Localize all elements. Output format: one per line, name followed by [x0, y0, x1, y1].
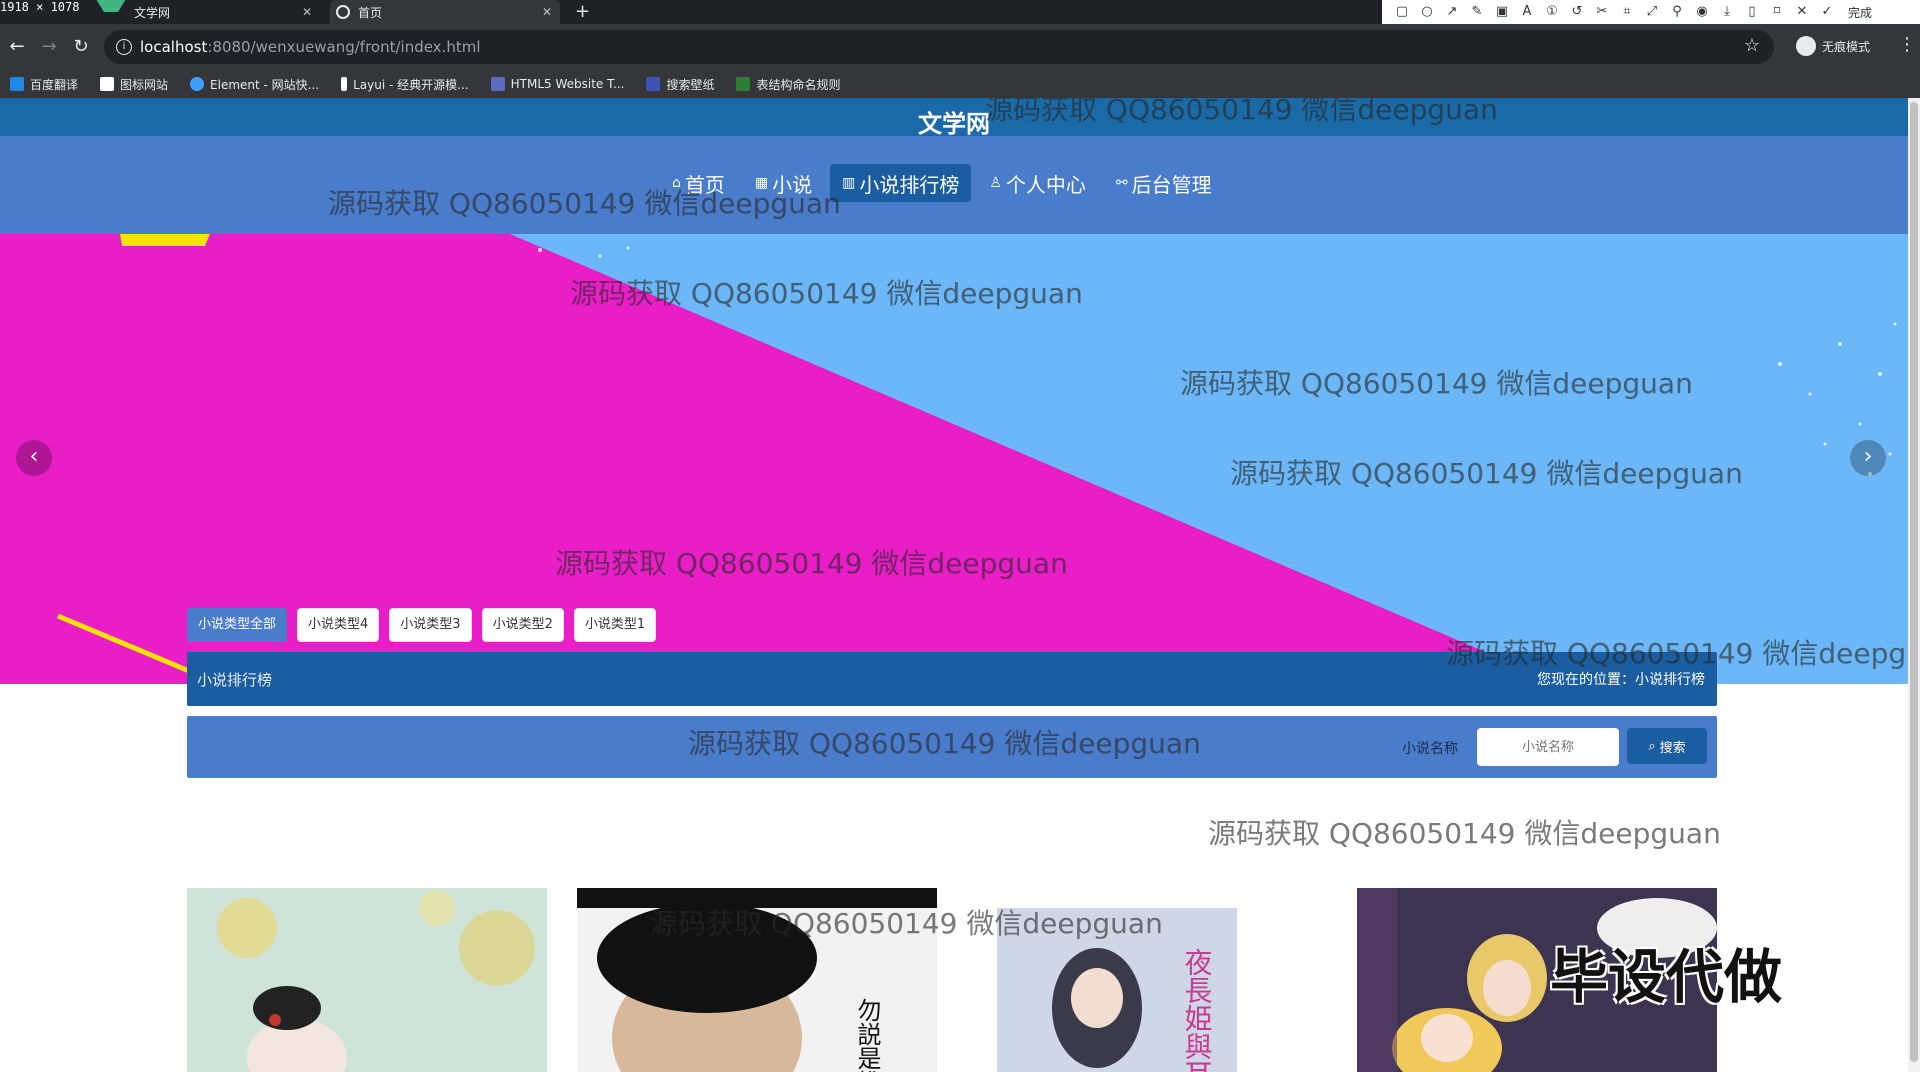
incognito-indicator[interactable]: 无痕模式	[1796, 36, 1870, 56]
close-icon[interactable]: ✕	[1794, 4, 1810, 20]
rectangle-tool-icon[interactable]: ▢	[1394, 4, 1410, 20]
bookmark-item[interactable]: Layui - 经典开源模...	[341, 76, 469, 93]
type-tab-1[interactable]: 小说类型1	[573, 608, 657, 642]
svg-text:勿説是推理: 勿説是推理	[853, 998, 881, 1072]
novel-grid: 勿説是推理 夜長姫與耳男	[187, 888, 1717, 1072]
bookmark-item[interactable]: 百度翻译	[10, 76, 78, 93]
site-info-icon[interactable]: i	[116, 39, 132, 55]
tab-close-icon[interactable]: ✕	[302, 5, 312, 19]
tab-close-icon[interactable]: ✕	[542, 5, 552, 19]
type-tab-4[interactable]: 小说类型4	[297, 608, 380, 642]
web-page: 文学网 ⌂首页 ▦小说 ▥小说排行榜 ♙个人中心 ⚯后台管理 ‹ ›	[0, 98, 1908, 1072]
search-button[interactable]: ⌕ 搜索	[1627, 728, 1707, 764]
element-logo-icon	[190, 77, 205, 91]
flag-icon	[100, 77, 115, 91]
bookmark-item[interactable]: 图标网站	[100, 76, 168, 93]
tab-title: 文学网	[134, 5, 171, 20]
layui-logo-icon	[341, 77, 348, 91]
reload-icon[interactable]: ↻	[70, 36, 92, 57]
search-label: 小说名称	[1402, 741, 1458, 757]
ellipse-tool-icon[interactable]: ○	[1419, 4, 1435, 20]
annotation-toolbar: ▢ ○ ↗ ✎ ▣ A ① ↺ ✂ ⌗ ⤢ ⚲ ◉ ⤓ ▯ ⌑ ✕ ✓ 完成	[1382, 0, 1920, 24]
novel-cover-image	[187, 888, 547, 1072]
scrollbar-thumb[interactable]	[1910, 102, 1918, 1062]
carousel-prev-button[interactable]: ‹	[16, 440, 52, 476]
search-panel: 小说名称 ⌕ 搜索	[187, 716, 1717, 778]
type-tab-2[interactable]: 小说类型2	[481, 608, 564, 642]
nav-item-home[interactable]: ⌂ 首页	[660, 164, 737, 202]
html5-logo-icon	[490, 77, 505, 91]
incognito-avatar-icon	[1796, 36, 1816, 56]
incognito-label: 无痕模式	[1822, 39, 1871, 54]
pen-tool-icon[interactable]: ✎	[1469, 4, 1485, 20]
arrow-tool-icon[interactable]: ↗	[1444, 4, 1460, 20]
novel-name-input[interactable]	[1477, 728, 1619, 766]
watermark-text: 源码获取 QQ86050149 微信deepguan	[1208, 817, 1721, 850]
bookmark-item[interactable]: 搜索壁纸	[646, 76, 714, 93]
number-tool-icon[interactable]: ①	[1544, 4, 1560, 20]
mosaic-tool-icon[interactable]: ▣	[1494, 4, 1510, 20]
browser-menu-icon[interactable]: ⋮	[1898, 34, 1916, 55]
screen-dimension-label: 1918 × 1078	[0, 0, 80, 14]
vue-logo-icon	[96, 0, 126, 26]
url-text[interactable]: localhost:8080/wenxuewang/front/index.ht…	[140, 38, 481, 56]
bookmark-star-icon[interactable]: ☆	[1744, 35, 1760, 56]
bookmark-icon[interactable]: ⌑	[1769, 4, 1785, 20]
bookmarks-bar: 百度翻译 图标网站 Element - 网站快... Layui - 经典开源模…	[0, 70, 1920, 98]
scissors-icon[interactable]: ✂	[1594, 4, 1610, 20]
pin-icon[interactable]: ⚲	[1669, 4, 1685, 20]
forward-arrow-icon[interactable]: →	[38, 36, 60, 57]
browser-tab-bar: 1918 × 1078 文学网 ✕ 首页 ✕ + ▢ ○ ↗ ✎ ▣ A ① ↺…	[0, 0, 1920, 24]
text-tool-icon[interactable]: A	[1519, 4, 1535, 20]
nav-item-profile[interactable]: ♙ 个人中心	[977, 164, 1098, 202]
section-title: 小说排行榜	[197, 671, 273, 689]
wallpaper-icon	[646, 77, 661, 91]
check-icon[interactable]: ✓	[1819, 4, 1835, 20]
new-tab-icon[interactable]: +	[575, 0, 590, 24]
novel-card[interactable]: 勿説是推理 夜長姫與耳男	[577, 888, 1297, 1072]
omnibox[interactable]: i localhost:8080/wenxuewang/front/index.…	[104, 30, 1774, 64]
novel-cover-image: 勿説是推理 夜長姫與耳男	[577, 888, 1297, 1072]
user-icon: ♙	[989, 175, 1002, 191]
page-scrollbar[interactable]	[1908, 98, 1920, 1072]
bookmark-item[interactable]: HTML5 Website T...	[490, 77, 624, 91]
phone-icon[interactable]: ▯	[1744, 4, 1760, 20]
ranking-icon: ▥	[842, 175, 856, 191]
tab-title: 首页	[358, 5, 383, 20]
carousel-next-button[interactable]: ›	[1850, 440, 1886, 476]
nav-item-admin[interactable]: ⚯ 后台管理	[1104, 164, 1224, 202]
expand-icon[interactable]: ⤢	[1644, 4, 1660, 20]
type-tab-3[interactable]: 小说类型3	[389, 608, 472, 642]
globe-icon	[336, 5, 350, 19]
browser-tab-home[interactable]: 首页 ✕	[330, 0, 560, 24]
record-icon[interactable]: ◉	[1694, 4, 1710, 20]
address-bar-row: ← → ↻ i localhost:8080/wenxuewang/front/…	[0, 24, 1920, 70]
promo-stamp-text: 毕设代做	[1550, 943, 1783, 1011]
download-icon[interactable]: ⤓	[1719, 4, 1735, 20]
novel-type-filter: 小说类型全部 小说类型4 小说类型3 小说类型2 小说类型1	[187, 608, 657, 642]
type-tab-all[interactable]: 小说类型全部	[187, 608, 288, 642]
nav-item-novels[interactable]: ▦ 小说	[743, 164, 824, 202]
breadcrumb: 您现在的位置：小说排行榜	[1537, 672, 1705, 688]
ranking-header-bar: 小说排行榜 您现在的位置：小说排行榜	[187, 652, 1717, 706]
back-arrow-icon[interactable]: ←	[6, 36, 28, 57]
search-icon: ⌕	[1648, 738, 1656, 754]
novel-card[interactable]	[187, 888, 547, 1072]
link-icon: ⚯	[1115, 175, 1128, 191]
undo-icon[interactable]: ↺	[1569, 4, 1585, 20]
main-nav: ⌂ 首页 ▦ 小说 ▥ 小说排行榜 ♙ 个人中心 ⚯ 后台管理	[0, 136, 1908, 234]
site-title: 文学网	[918, 110, 990, 138]
sheet-icon	[736, 77, 751, 91]
bookmark-item[interactable]: Element - 网站快...	[190, 76, 319, 93]
site-header: 文学网	[0, 98, 1908, 138]
bookmark-item[interactable]: 表结构命名规则	[736, 76, 840, 93]
browser-tab-wenxuewang[interactable]: 文学网 ✕	[90, 0, 320, 24]
nav-item-ranking[interactable]: ▥ 小说排行榜	[830, 164, 972, 202]
annotation-done-button[interactable]: 完成	[1848, 4, 1872, 21]
book-icon: ▦	[754, 175, 769, 191]
translate-icon	[10, 77, 24, 91]
translate-icon[interactable]: ⌗	[1619, 4, 1635, 20]
home-icon: ⌂	[672, 175, 681, 191]
svg-text:夜長姫與耳男: 夜長姫與耳男	[1181, 948, 1214, 1072]
